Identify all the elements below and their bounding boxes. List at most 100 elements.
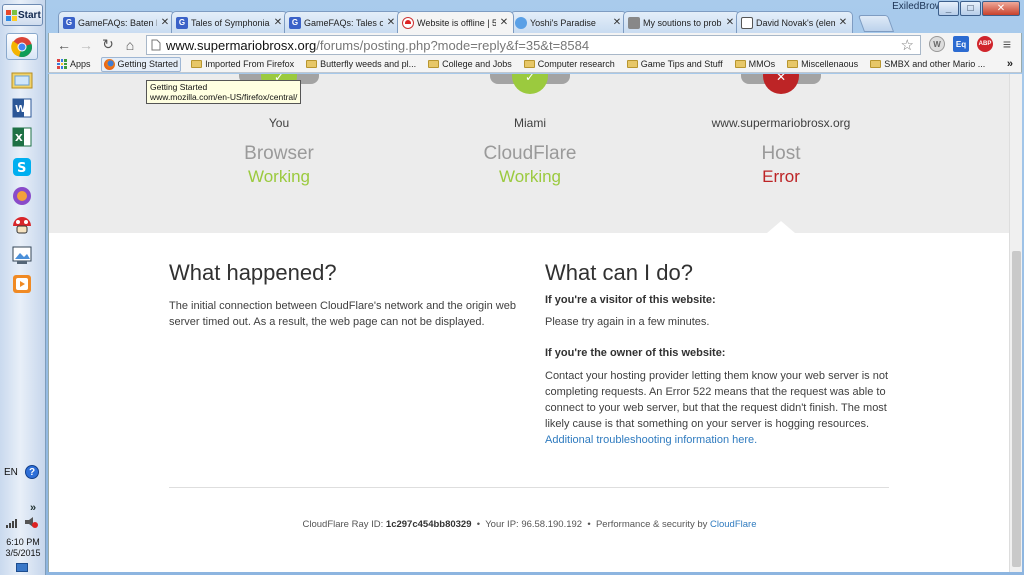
back-icon[interactable]: ← <box>53 37 75 53</box>
ip-label: Your IP: <box>485 519 519 530</box>
start-label: Start <box>18 9 41 21</box>
chrome-icon[interactable] <box>6 33 38 60</box>
address-bar[interactable]: www.supermariobrosx.org/forums/posting.p… <box>146 35 921 55</box>
tab-my-solutions[interactable]: My soutions to proble ✕ <box>623 11 740 33</box>
bookmark-label: SMBX and other Mario ... <box>884 59 986 69</box>
vertical-scrollbar[interactable] <box>1009 74 1022 572</box>
tab-close-icon[interactable]: ✕ <box>612 17 622 28</box>
bookmark-star-icon[interactable]: ☆ <box>901 36 914 54</box>
maximize-button[interactable]: □ <box>960 1 981 16</box>
bookmark-smbx[interactable]: SMBX and other Mario ... <box>868 58 987 70</box>
folder-icon <box>787 60 799 68</box>
tab-close-icon[interactable]: ✕ <box>838 17 848 28</box>
reload-icon[interactable]: ↻ <box>97 36 119 53</box>
svg-text:W: W <box>15 104 26 115</box>
troubleshooting-link[interactable]: Additional troubleshooting information h… <box>545 434 757 446</box>
bookmark-misc[interactable]: Miscellenaous <box>785 58 860 70</box>
language-indicator[interactable]: EN <box>4 467 18 478</box>
close-window-button[interactable]: ✕ <box>982 1 1020 16</box>
tooltip-url: www.mozilla.com/en-US/firefox/central/ <box>150 92 298 102</box>
tray-expand-icon[interactable]: » <box>30 502 36 514</box>
bookmark-apps[interactable]: Apps <box>55 58 93 70</box>
bookmark-college[interactable]: College and Jobs <box>426 58 514 70</box>
start-button[interactable]: Start <box>2 4 43 26</box>
minimize-button[interactable]: _ <box>938 1 959 16</box>
scrollbar-thumb[interactable] <box>1012 251 1021 567</box>
visitor-text: Please try again in a few minutes. <box>545 316 710 328</box>
bookmark-label: Game Tips and Stuff <box>640 59 723 69</box>
show-desktop-icon[interactable] <box>16 563 28 572</box>
tab-gamefaqs-tales[interactable]: G GameFAQs: Tales of ✕ <box>284 11 401 33</box>
network-icon[interactable] <box>6 518 20 531</box>
tab-label: GameFAQs: Baten Ka <box>78 17 157 28</box>
tab-close-icon[interactable]: ✕ <box>273 17 283 28</box>
page-content: ✓ You Browser Working ✓ Miami CloudFlare… <box>48 74 1009 572</box>
gamefaqs-icon: G <box>176 16 188 29</box>
clock-time: 6:10 PM <box>6 537 40 547</box>
adblock-icon[interactable]: ABP <box>977 36 993 52</box>
tab-label: My soutions to proble <box>643 17 722 28</box>
volume-icon[interactable] <box>24 516 38 531</box>
extension-eq-icon[interactable]: Eq <box>953 36 969 52</box>
cloudflare-link[interactable]: CloudFlare <box>710 519 756 530</box>
mushroom-icon[interactable] <box>6 211 38 238</box>
tab-label: David Novak's (eleme <box>756 17 835 28</box>
file-manager-icon[interactable] <box>6 66 38 93</box>
clock[interactable]: 6:10 PM 3/5/2015 <box>2 537 44 559</box>
status-location: Miami <box>514 116 546 130</box>
folder-icon <box>626 60 638 68</box>
bookmark-label: Getting Started <box>117 59 179 69</box>
bookmark-computer-research[interactable]: Computer research <box>522 58 617 70</box>
tab-gamefaqs-baten[interactable]: G GameFAQs: Baten Ka ✕ <box>58 11 175 33</box>
media-icon[interactable] <box>6 270 38 297</box>
status-location: You <box>268 116 290 130</box>
new-tab-button[interactable] <box>857 15 895 32</box>
tab-label: GameFAQs: Tales of <box>304 17 383 28</box>
separator: • <box>476 519 481 530</box>
bookmark-imported[interactable]: Imported From Firefox <box>189 58 296 70</box>
bookmarks-bar: Apps Getting Started Imported From Firef… <box>48 56 1022 73</box>
ray-id: 1c297c454bb80329 <box>385 519 472 530</box>
status-state: Error <box>762 167 800 186</box>
bookmarks-overflow-icon[interactable]: » <box>1007 58 1013 70</box>
game-icon[interactable] <box>6 182 38 209</box>
tab-yoshis-paradise[interactable]: Yoshi's Paradise ✕ <box>510 11 627 33</box>
bookmark-label: Apps <box>70 59 91 69</box>
home-icon[interactable]: ⌂ <box>119 37 141 53</box>
error-mark: ✕ <box>775 74 787 84</box>
tab-david-novak[interactable]: David Novak's (eleme ✕ <box>736 11 853 33</box>
tab-close-icon[interactable]: ✕ <box>386 17 396 28</box>
image-editor-icon[interactable] <box>6 241 38 268</box>
tab-website-offline[interactable]: Website is offline | 52 ✕ <box>397 11 514 33</box>
extension-w-icon[interactable]: W <box>929 36 945 52</box>
tab-tales-of-symphonia[interactable]: G Tales of Symphonia F ✕ <box>171 11 288 33</box>
folder-icon <box>523 60 535 68</box>
what-happened-text: The initial connection between CloudFlar… <box>169 300 516 328</box>
tab-label: Website is offline | 52 <box>417 17 496 28</box>
owner-text: Contact your hosting provider letting th… <box>545 368 895 448</box>
bookmark-label: Miscellenaous <box>801 59 859 69</box>
menu-icon[interactable]: ≡ <box>999 36 1015 52</box>
excel-icon[interactable]: X <box>6 123 38 150</box>
tab-close-icon[interactable]: ✕ <box>160 17 170 28</box>
svg-text:X: X <box>15 133 23 144</box>
what-can-i-do-heading: What can I do? <box>545 260 693 285</box>
bookmark-label: Imported From Firefox <box>205 59 295 69</box>
error-icon: ✕ <box>763 74 799 94</box>
word-icon[interactable]: W <box>6 94 38 121</box>
ip-value: 96.58.190.192 <box>521 519 583 530</box>
bookmark-game-tips[interactable]: Game Tips and Stuff <box>625 58 725 70</box>
visitor-subheading: If you're a visitor of this website: <box>545 294 716 306</box>
tab-close-icon[interactable]: ✕ <box>499 17 509 28</box>
bookmark-mmos[interactable]: MMOs <box>733 58 778 70</box>
bookmark-butterfly[interactable]: Butterfly weeds and pl... <box>304 58 418 70</box>
bookmark-label: MMOs <box>748 59 776 69</box>
error-pointer <box>767 221 795 233</box>
folder-icon <box>734 60 746 68</box>
skype-icon[interactable]: S <box>6 153 38 180</box>
forward-icon[interactable]: → <box>75 37 97 53</box>
windows-logo-icon <box>6 9 17 21</box>
tab-close-icon[interactable]: ✕ <box>725 17 735 28</box>
bookmark-getting-started[interactable]: Getting Started <box>100 56 182 72</box>
help-icon[interactable]: ? <box>25 465 39 479</box>
